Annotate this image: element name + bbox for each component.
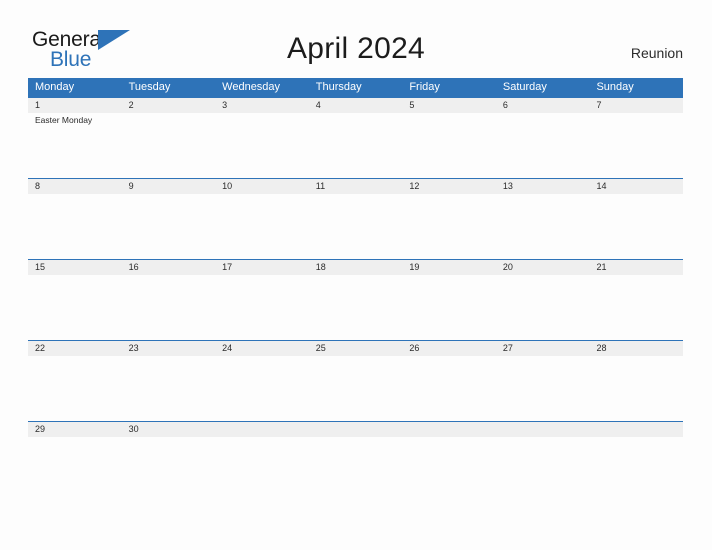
- date-number[interactable]: 20: [496, 260, 590, 275]
- day-cell[interactable]: [309, 113, 403, 179]
- calendar-week-row: 8 9 10 11 12 13 14: [28, 178, 683, 260]
- date-number: [309, 422, 403, 437]
- week-date-band: 29 30: [28, 421, 683, 437]
- date-number[interactable]: 5: [402, 98, 496, 113]
- week-events-band: Easter Monday: [28, 113, 683, 179]
- weekday-header-friday: Friday: [409, 81, 440, 93]
- day-cell[interactable]: [215, 113, 309, 179]
- calendar-page: General Blue April 2024 Reunion Monday T…: [0, 0, 712, 550]
- weekday-header-thursday: Thursday: [315, 81, 362, 93]
- date-number[interactable]: 27: [496, 341, 590, 356]
- weekday-header-wednesday: Wednesday: [222, 81, 281, 93]
- date-number: [215, 422, 309, 437]
- date-number[interactable]: 11: [309, 179, 403, 194]
- weekday-header-monday: Monday: [35, 81, 75, 93]
- calendar-week-row: 22 23 24 25 26 27 28: [28, 340, 683, 422]
- day-cell[interactable]: [589, 356, 683, 422]
- date-number[interactable]: 23: [122, 341, 216, 356]
- day-cell[interactable]: [122, 194, 216, 260]
- day-cell: [402, 437, 496, 451]
- date-number[interactable]: 24: [215, 341, 309, 356]
- date-number[interactable]: 21: [589, 260, 683, 275]
- day-cell[interactable]: [309, 356, 403, 422]
- date-number: [589, 422, 683, 437]
- calendar-week-row: 15 16 17 18 19 20 21: [28, 259, 683, 341]
- day-cell[interactable]: [122, 356, 216, 422]
- date-number[interactable]: 15: [28, 260, 122, 275]
- page-header: General Blue April 2024 Reunion: [0, 0, 712, 78]
- date-number: [402, 422, 496, 437]
- date-number[interactable]: 2: [122, 98, 216, 113]
- day-cell[interactable]: [122, 113, 216, 179]
- day-cell[interactable]: [215, 275, 309, 341]
- day-cell[interactable]: [589, 113, 683, 179]
- date-number[interactable]: 7: [589, 98, 683, 113]
- date-number[interactable]: 14: [589, 179, 683, 194]
- date-number[interactable]: 3: [215, 98, 309, 113]
- date-number[interactable]: 26: [402, 341, 496, 356]
- date-number[interactable]: 10: [215, 179, 309, 194]
- event-label: Easter Monday: [35, 115, 93, 125]
- day-cell[interactable]: [28, 275, 122, 341]
- day-cell[interactable]: [402, 113, 496, 179]
- calendar-grid: Monday Tuesday Wednesday Thursday Friday…: [28, 78, 683, 451]
- day-cell[interactable]: Easter Monday: [28, 113, 122, 179]
- date-number[interactable]: 1: [28, 98, 122, 113]
- week-events-band: [28, 194, 683, 260]
- day-cell[interactable]: [122, 437, 216, 451]
- day-cell[interactable]: [28, 437, 122, 451]
- calendar-week-row: 29 30: [28, 421, 683, 451]
- day-cell[interactable]: [402, 356, 496, 422]
- date-number[interactable]: 4: [309, 98, 403, 113]
- week-date-band: 22 23 24 25 26 27 28: [28, 340, 683, 356]
- date-number[interactable]: 30: [122, 422, 216, 437]
- day-cell[interactable]: [496, 275, 590, 341]
- day-cell: [215, 437, 309, 451]
- day-cell[interactable]: [496, 356, 590, 422]
- date-number[interactable]: 13: [496, 179, 590, 194]
- date-number[interactable]: 9: [122, 179, 216, 194]
- day-cell[interactable]: [402, 275, 496, 341]
- date-number[interactable]: 18: [309, 260, 403, 275]
- weekday-header-sunday: Sunday: [596, 81, 634, 93]
- day-cell[interactable]: [589, 275, 683, 341]
- date-number[interactable]: 19: [402, 260, 496, 275]
- weekday-header-saturday: Saturday: [502, 81, 547, 93]
- date-number[interactable]: 17: [215, 260, 309, 275]
- date-number[interactable]: 22: [28, 341, 122, 356]
- day-cell[interactable]: [215, 356, 309, 422]
- day-cell[interactable]: [309, 194, 403, 260]
- date-number[interactable]: 6: [496, 98, 590, 113]
- day-cell: [496, 437, 590, 451]
- day-cell[interactable]: [122, 275, 216, 341]
- day-cell[interactable]: [496, 194, 590, 260]
- region-label: Reunion: [630, 45, 683, 61]
- day-cell[interactable]: [496, 113, 590, 179]
- week-events-band: [28, 356, 683, 422]
- date-number[interactable]: 8: [28, 179, 122, 194]
- calendar-week-row: 1 2 3 4 5 6 7 Easter Monday: [28, 97, 683, 179]
- day-cell[interactable]: [28, 356, 122, 422]
- weekday-header-tuesday: Tuesday: [128, 81, 171, 93]
- date-number[interactable]: 16: [122, 260, 216, 275]
- day-cell[interactable]: [28, 194, 122, 260]
- date-number: [496, 422, 590, 437]
- date-number[interactable]: 28: [589, 341, 683, 356]
- day-cell[interactable]: [402, 194, 496, 260]
- week-date-band: 1 2 3 4 5 6 7: [28, 97, 683, 113]
- week-date-band: 8 9 10 11 12 13 14: [28, 178, 683, 194]
- date-number[interactable]: 29: [28, 422, 122, 437]
- date-number[interactable]: 12: [402, 179, 496, 194]
- week-events-band: [28, 437, 683, 451]
- week-events-band: [28, 275, 683, 341]
- day-cell[interactable]: [589, 194, 683, 260]
- weekday-header-row: Monday Tuesday Wednesday Thursday Friday…: [28, 78, 683, 97]
- day-cell[interactable]: [215, 194, 309, 260]
- day-cell: [309, 437, 403, 451]
- week-date-band: 15 16 17 18 19 20 21: [28, 259, 683, 275]
- page-title: April 2024: [286, 32, 426, 65]
- day-cell[interactable]: [309, 275, 403, 341]
- day-cell: [589, 437, 683, 451]
- date-number[interactable]: 25: [309, 341, 403, 356]
